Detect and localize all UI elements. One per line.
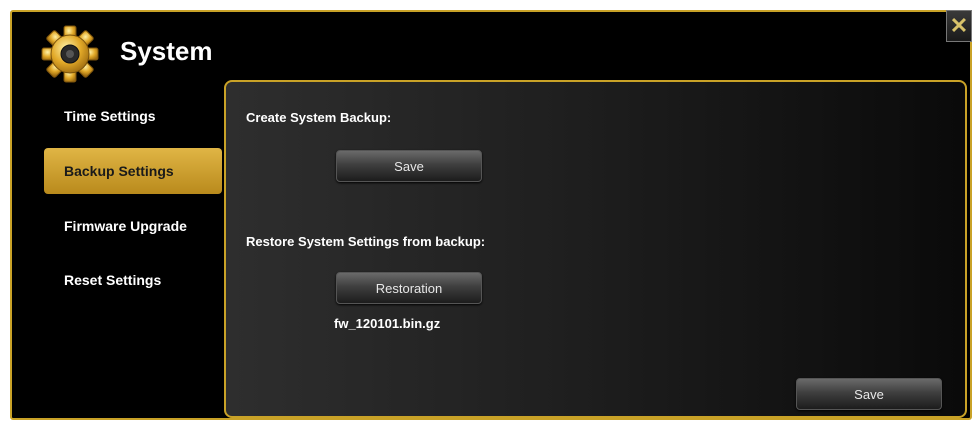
sidebar-item-firmware-upgrade[interactable]: Firmware Upgrade [44,204,222,248]
backup-panel: Create System Backup: Save Restore Syste… [224,80,967,418]
footer-save-button[interactable]: Save [796,378,942,410]
page-title: System [120,36,213,66]
sidebar-item-time-settings[interactable]: Time Settings [44,94,222,138]
sidebar-item-reset-settings[interactable]: Reset Settings [44,258,222,302]
sidebar: Time Settings Backup Settings Firmware U… [44,94,222,312]
gear-icon [41,25,99,83]
sidebar-item-backup-settings[interactable]: Backup Settings [44,148,222,194]
close-icon[interactable]: ✕ [946,10,972,42]
restoration-button[interactable]: Restoration [336,272,482,304]
create-backup-label: Create System Backup: [246,110,392,125]
restore-label: Restore System Settings from backup: [246,234,486,249]
backup-filename: fw_120101.bin.gz [334,316,441,331]
system-window: ✕ System Time Settings Backup Settings F… [10,10,972,420]
backup-save-button[interactable]: Save [336,150,482,182]
